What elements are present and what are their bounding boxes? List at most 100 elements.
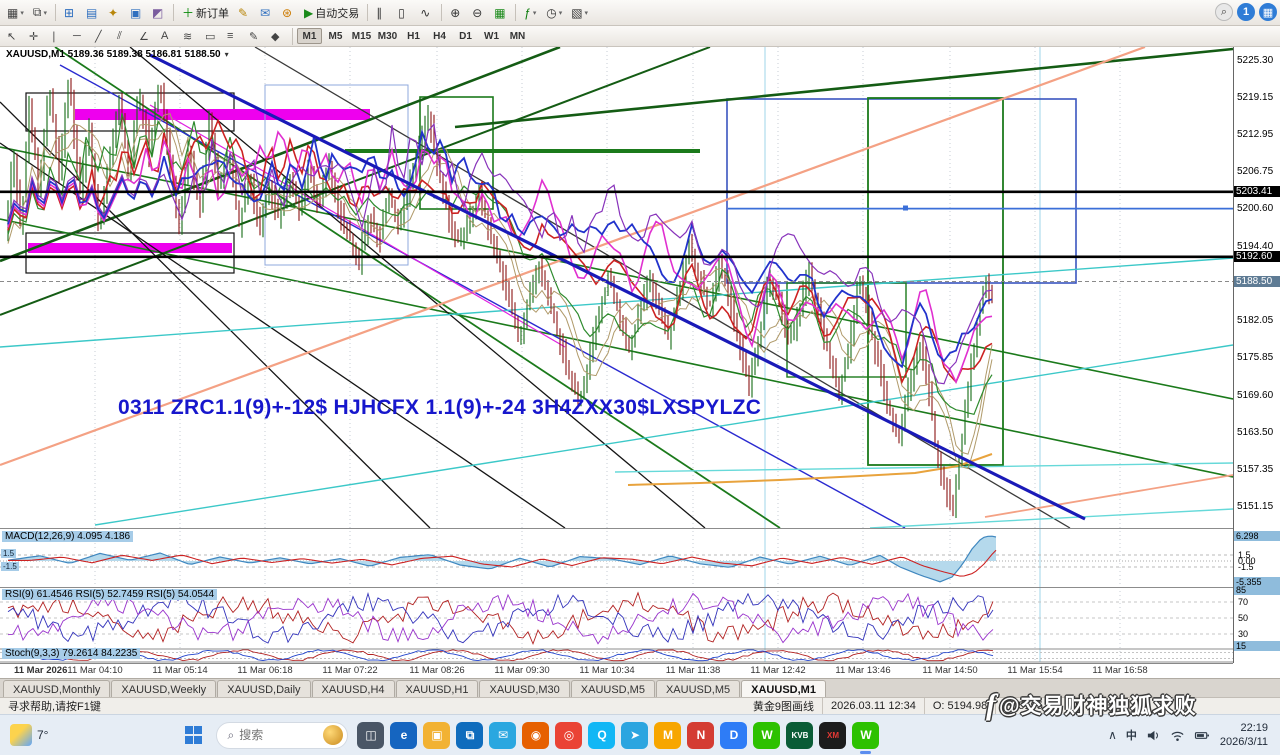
timeframe-d1[interactable]: D1 (453, 28, 478, 44)
indicators-button[interactable]: ƒ▾ (520, 3, 541, 23)
cursor-tool-button[interactable]: ↖ (3, 26, 24, 46)
bar-chart-mode-button[interactable]: ∥ (372, 3, 393, 23)
terminal-button[interactable]: ▣ (126, 3, 147, 23)
tile-windows-button[interactable]: ▦ (490, 3, 511, 23)
tab-xauusd-m30[interactable]: XAUUSD,M30 (479, 680, 569, 697)
start-button[interactable] (176, 718, 210, 752)
tray-expand-icon[interactable]: ∧ (1108, 728, 1117, 742)
timeframe-m30[interactable]: M30 (375, 28, 400, 44)
list-tool-button[interactable]: ≡ (223, 26, 244, 46)
app-icon-netease[interactable]: N (687, 722, 714, 749)
tab-xauusd-daily[interactable]: XAUUSD,Daily (217, 680, 310, 697)
tab-xauusd-monthly[interactable]: XAUUSD,Monthly (3, 680, 110, 697)
tab-xauusd-m5[interactable]: XAUUSD,M5 (656, 680, 740, 697)
app-icon-microsoft-store[interactable]: ⧉ (456, 722, 483, 749)
screen-magnifier[interactable]: ⌕ (1215, 3, 1233, 21)
trendline-tool-button[interactable]: ╱ (91, 26, 112, 46)
shapes-tool-button[interactable]: ▭ (201, 26, 222, 46)
vertical-line-tool-button[interactable]: ∣ (47, 26, 68, 46)
auto-trading-button[interactable]: ▶自动交易 (300, 3, 363, 23)
candle-mode-button[interactable]: ▯ (394, 3, 415, 23)
search-input[interactable] (239, 728, 297, 742)
quote-collapse-icon[interactable]: ▾ (225, 50, 229, 59)
new-order-button[interactable]: ＋新订单 (178, 3, 233, 23)
timeframe-m5[interactable]: M5 (323, 28, 348, 44)
crosshair-tool-button[interactable]: ✛ (25, 26, 46, 46)
community-button[interactable]: ⊛ (278, 3, 299, 23)
chat-button[interactable]: ✉ (256, 3, 277, 23)
zoom-out-button[interactable]: ⊖ (468, 3, 489, 23)
timeframe-mn[interactable]: MN (505, 28, 530, 44)
app-icon-edge-browser[interactable]: e (390, 722, 417, 749)
weather-temp: 7° (37, 728, 48, 742)
network-icon[interactable] (1170, 728, 1185, 743)
weather-widget[interactable]: 7° (0, 724, 58, 746)
timeframe-m15[interactable]: M15 (349, 28, 374, 44)
angle-tool-button[interactable]: ∠ (135, 26, 156, 46)
app-icon-firefox-browser[interactable]: ◉ (522, 722, 549, 749)
channel-tool-button[interactable]: ⫽ (113, 26, 134, 46)
zoom-in-button[interactable]: ⊕ (446, 3, 467, 23)
taskbar-clock[interactable]: 22:19 2026/3/11 (1220, 721, 1268, 750)
line-mode-button[interactable]: ∿ (416, 3, 437, 23)
toolbar-row1: ▦▾⧉▾⊞▤✦▣◩＋新订单✎✉⊛▶自动交易∥▯∿⊕⊖▦ƒ▾◷▾▧▾ (0, 0, 1280, 26)
input-language-badge[interactable]: 中 (1126, 727, 1137, 743)
tab-xauusd-m1[interactable]: XAUUSD,M1 (741, 680, 826, 697)
battery-icon[interactable] (1194, 728, 1211, 743)
app-icon-kvb-app[interactable]: KVB (786, 722, 813, 749)
assist-panel[interactable]: ▦ (1259, 3, 1277, 21)
taskbar-search[interactable]: ⌕ (216, 722, 348, 749)
data-window-button[interactable]: ▤ (82, 3, 103, 23)
app-icon-wechat-2[interactable]: W (852, 722, 879, 749)
profiles-button[interactable]: ⧉▾ (29, 3, 51, 23)
objects-tool-button[interactable]: ◆ (267, 26, 288, 46)
time-axis[interactable]: 11 Mar 202611 Mar 04:1011 Mar 05:1411 Ma… (0, 663, 1233, 678)
price-scale[interactable]: 5225.305219.155212.955206.755203.415200.… (1233, 47, 1280, 663)
horizontal-line-tool-button[interactable]: ─ (69, 26, 90, 46)
periods-button[interactable]: ◷▾ (542, 3, 566, 23)
tab-xauusd-weekly[interactable]: XAUUSD,Weekly (111, 680, 216, 697)
tab-xauusd-h4[interactable]: XAUUSD,H4 (312, 680, 395, 697)
toolbar-separator (173, 4, 174, 21)
auto-trading-icon: ▶ (304, 6, 313, 20)
timeframe-h1[interactable]: H1 (401, 28, 426, 44)
fibonacci-tool-button[interactable]: ≋ (179, 26, 200, 46)
app-icon-telegram[interactable]: ➤ (621, 722, 648, 749)
weather-icon (10, 724, 32, 746)
chart-area[interactable]: XAUUSD,M1 5189.36 5189.38 5186.81 5188.5… (0, 47, 1233, 663)
app-icon-mt4-terminal[interactable]: M (654, 722, 681, 749)
app-icon-chrome-browser[interactable]: ◎ (555, 722, 582, 749)
app-icon-qq[interactable]: Q (588, 722, 615, 749)
chevron-down-icon: ▾ (585, 9, 589, 17)
stoch-pane (0, 650, 1233, 661)
app-icon-dingtalk[interactable]: D (720, 722, 747, 749)
app-icon-task-view[interactable]: ◫ (357, 722, 384, 749)
app-icon-file-explorer[interactable]: ▣ (423, 722, 450, 749)
templates-button[interactable]: ▧▾ (567, 3, 592, 23)
tab-xauusd-h1[interactable]: XAUUSD,H1 (396, 680, 479, 697)
timeframe-w1[interactable]: W1 (479, 28, 504, 44)
chart-canvas[interactable] (0, 47, 1233, 663)
strategy-tester-button[interactable]: ◩ (148, 3, 169, 23)
tab-xauusd-m5[interactable]: XAUUSD,M5 (571, 680, 655, 697)
app-icon-wechat[interactable]: W (753, 722, 780, 749)
assist-badge[interactable]: 1 (1237, 3, 1255, 21)
pencil-tool-button[interactable]: ✎ (245, 26, 266, 46)
text-tool-button[interactable]: A (157, 26, 178, 46)
volume-icon[interactable] (1146, 728, 1161, 743)
timeframe-h4[interactable]: H4 (427, 28, 452, 44)
app-icon-mail[interactable]: ✉ (489, 722, 516, 749)
timeframe-m1[interactable]: M1 (297, 28, 322, 44)
stoch-label: Stoch(9,3,3) 79.2614 84.2235 (2, 648, 140, 659)
new-order-icon: ＋ (182, 4, 194, 21)
market-watch-icon: ⊞ (64, 6, 74, 20)
metaeditor-button[interactable]: ✎ (234, 3, 255, 23)
chart-annotation[interactable]: 0311 ZRC1.1(9)+-12$ HJHCFX 1.1(9)+-24 3H… (118, 396, 761, 420)
status-help: 寻求帮助,请按F1键 (0, 698, 745, 714)
navigator-button[interactable]: ✦ (104, 3, 125, 23)
market-watch-button[interactable]: ⊞ (60, 3, 81, 23)
rsi-scale-label: 50 (1238, 613, 1248, 623)
app-icon-xm-app[interactable]: XM (819, 722, 846, 749)
new-chart-button[interactable]: ▦▾ (3, 3, 28, 23)
time-axis-label: 11 Mar 15:54 (1007, 665, 1062, 676)
